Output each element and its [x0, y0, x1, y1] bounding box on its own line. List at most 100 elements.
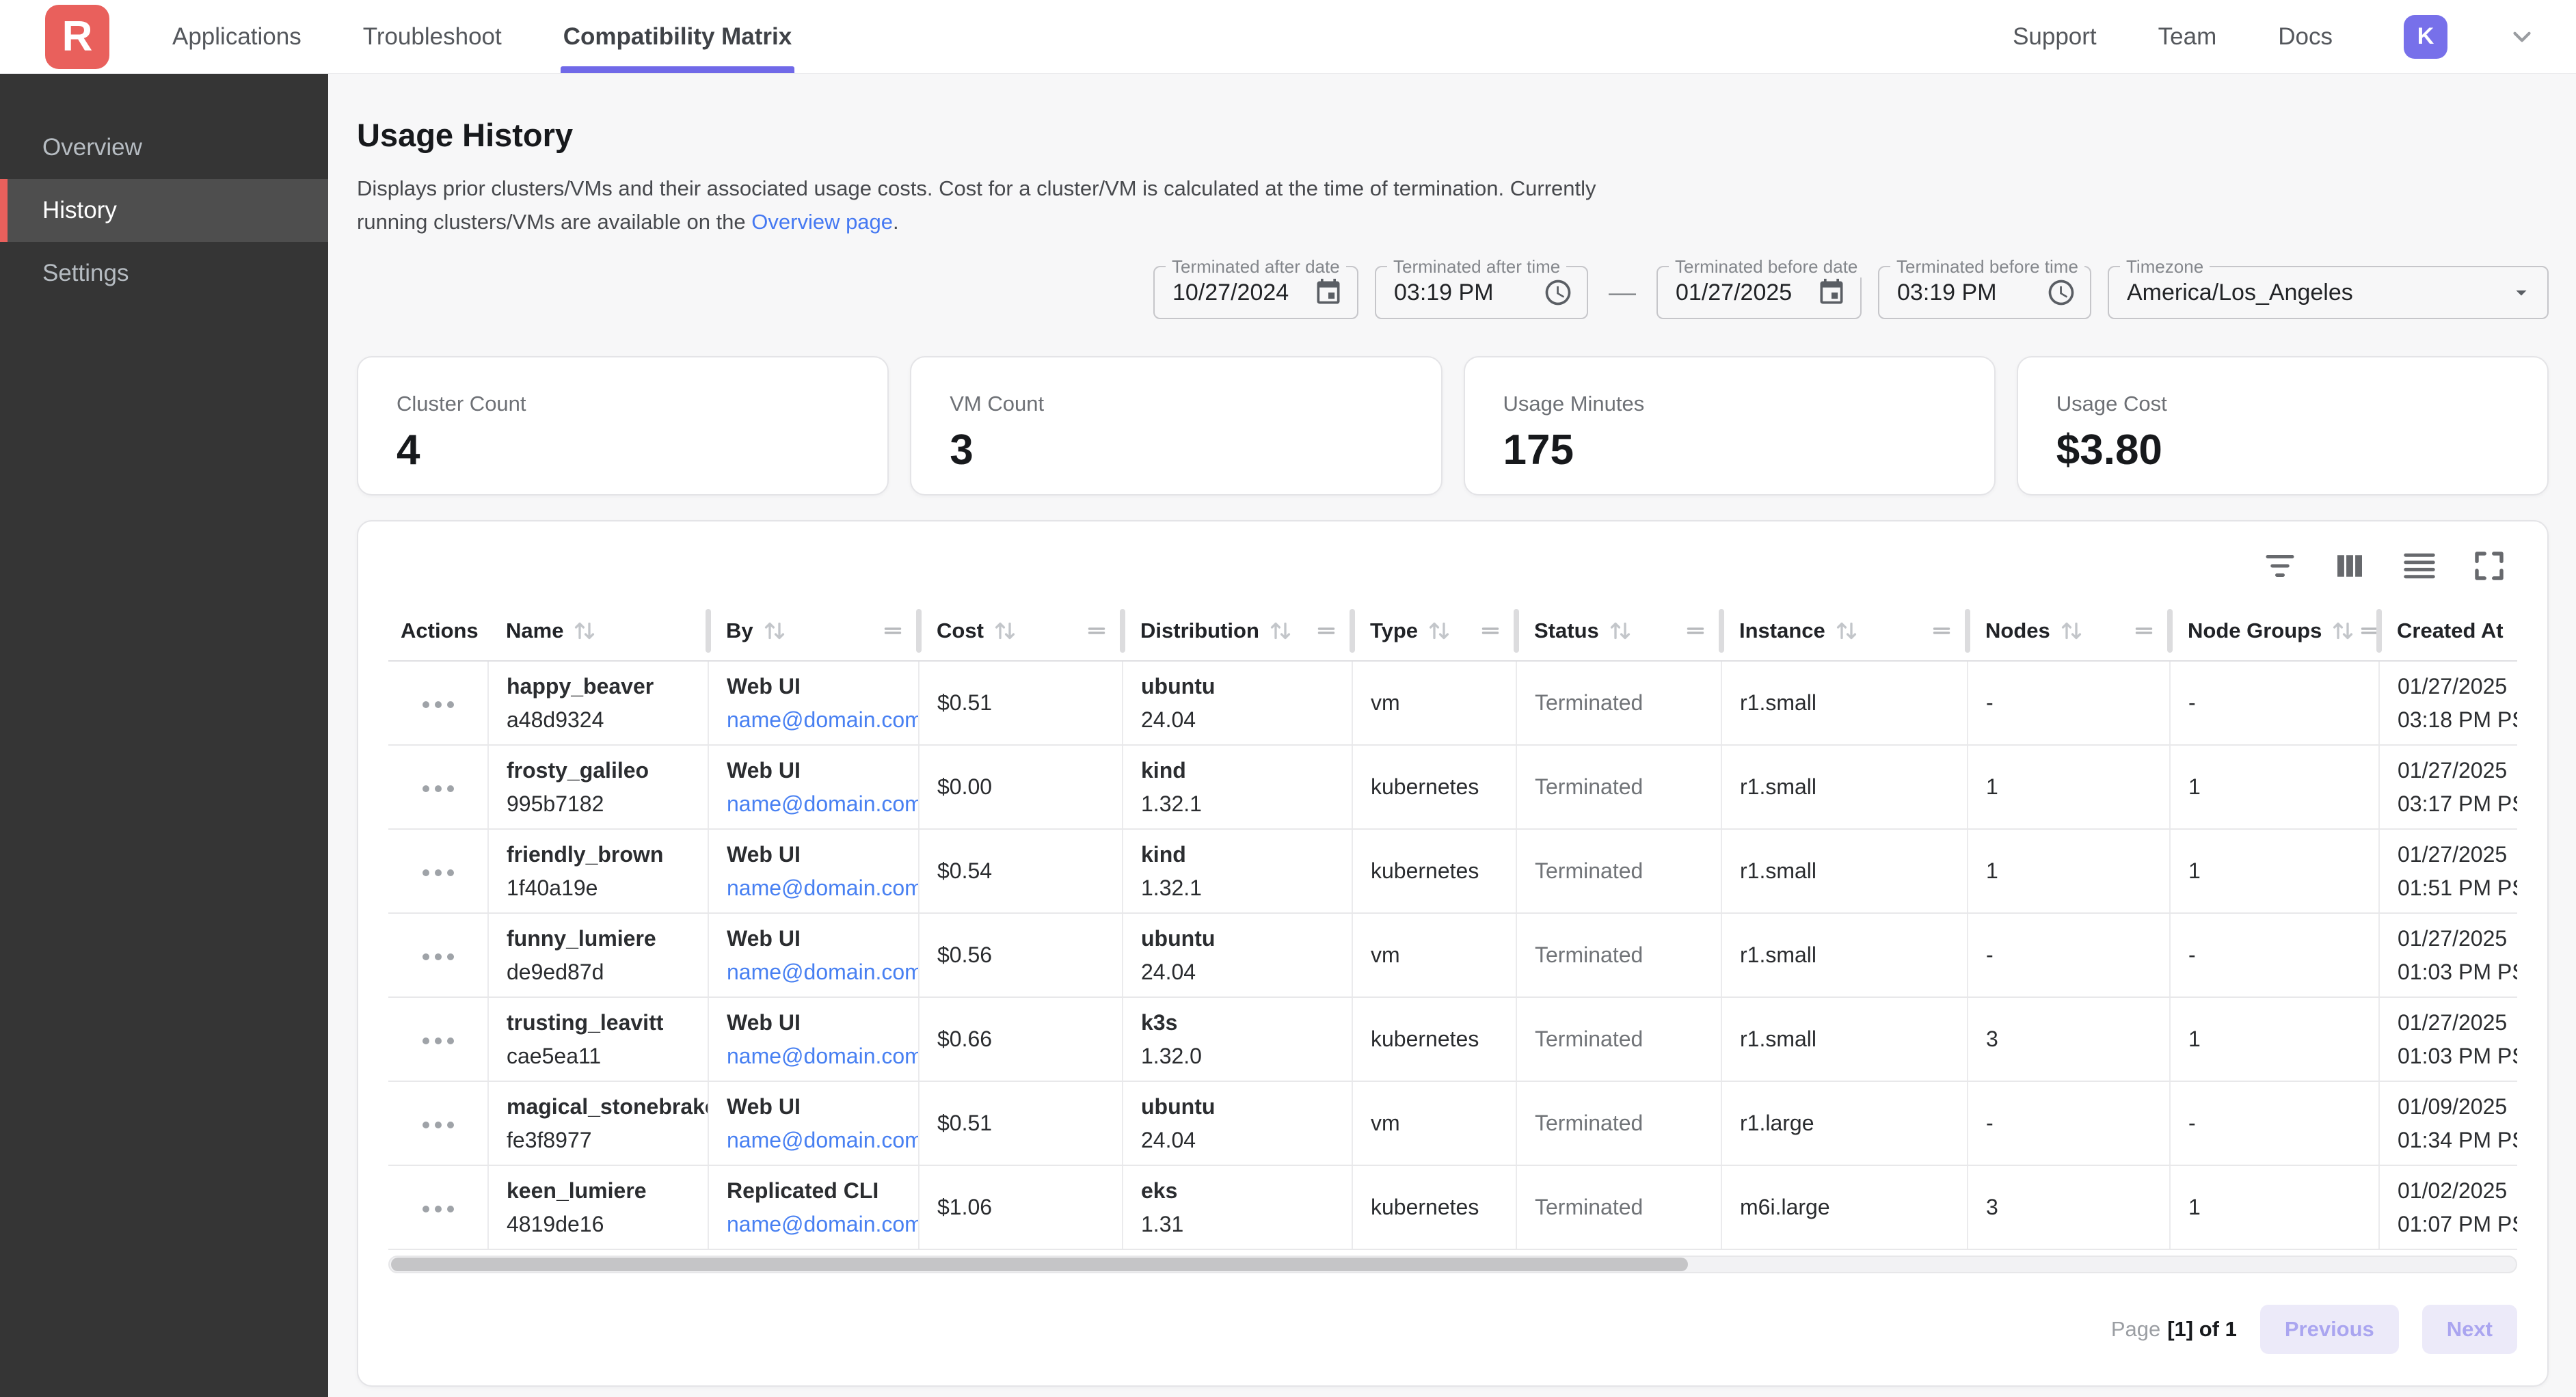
app-logo[interactable]: R — [45, 5, 109, 69]
chevron-down-icon[interactable] — [2508, 23, 2536, 51]
sidebar-item-history[interactable]: History — [0, 179, 328, 242]
cell-name: trusting_leavittcae5ea11 — [488, 997, 708, 1081]
user-email-link[interactable]: name@domain.com — [727, 960, 919, 984]
column-resize-handle[interactable] — [916, 609, 922, 653]
page-word: Page — [2111, 1317, 2160, 1342]
column-resize-handle[interactable] — [706, 609, 711, 653]
column-header-status[interactable]: Status — [1516, 601, 1721, 661]
column-drag-handle-icon[interactable] — [1929, 619, 1954, 643]
column-label: Instance — [1739, 619, 1825, 643]
table-row: keen_lumiere4819de16Replicated CLIname@d… — [388, 1165, 2517, 1249]
nav-item-docs[interactable]: Docs — [2275, 23, 2335, 51]
distribution-line-1: ubuntu — [1141, 926, 1345, 951]
cell-cost: $1.06 — [919, 1165, 1123, 1249]
column-drag-handle-icon[interactable] — [1683, 619, 1708, 643]
terminated-before-date-input[interactable]: Terminated before date 01/27/2025 — [1656, 266, 1862, 319]
column-header-type[interactable]: Type — [1352, 601, 1516, 661]
nav-item-support[interactable]: Support — [2010, 23, 2099, 51]
row-actions-button[interactable] — [413, 1028, 464, 1054]
sidebar-item-overview[interactable]: Overview — [0, 116, 328, 179]
column-header-created_at[interactable]: Created At — [2379, 601, 2517, 661]
column-header-nodes[interactable]: Nodes — [1968, 601, 2170, 661]
calendar-icon[interactable] — [1816, 277, 1847, 308]
next-page-button[interactable]: Next — [2422, 1305, 2517, 1354]
column-drag-handle-icon[interactable] — [2132, 619, 2156, 643]
column-drag-handle-icon[interactable] — [881, 619, 905, 643]
user-email-link[interactable]: name@domain.com — [727, 1212, 919, 1236]
column-header-node_groups[interactable]: Node Groups — [2170, 601, 2379, 661]
column-resize-handle[interactable] — [1965, 609, 1970, 653]
row-actions-button[interactable] — [413, 944, 464, 970]
row-actions-button[interactable] — [413, 692, 464, 718]
distribution-line-2: 1.32.1 — [1141, 876, 1345, 901]
page-description: Displays prior clusters/VMs and their as… — [357, 172, 1635, 239]
row-actions-button[interactable] — [413, 860, 464, 886]
column-resize-handle[interactable] — [1719, 609, 1724, 653]
column-header-name[interactable]: Name — [488, 601, 708, 661]
stat-value: 3 — [950, 426, 1402, 474]
timezone-select[interactable]: Timezone America/Los_Angeles — [2108, 266, 2549, 319]
column-drag-handle-icon[interactable] — [1478, 619, 1503, 643]
column-resize-handle[interactable] — [2376, 609, 2382, 653]
calendar-icon[interactable] — [1313, 277, 1343, 308]
row-actions-button[interactable] — [413, 776, 464, 802]
row-actions-button[interactable] — [413, 1112, 464, 1138]
table-row: friendly_brown1f40a19eWeb UIname@domain.… — [388, 829, 2517, 913]
cell-node_groups: - — [2170, 661, 2379, 745]
fullscreen-icon[interactable] — [2471, 547, 2508, 584]
field-label: Terminated after time — [1387, 256, 1566, 277]
name-line-2: cae5ea11 — [507, 1044, 701, 1069]
column-drag-handle-icon[interactable] — [1084, 619, 1109, 643]
clock-icon[interactable] — [1543, 277, 1573, 308]
column-header-instance[interactable]: Instance — [1721, 601, 1968, 661]
column-resize-handle[interactable] — [1514, 609, 1519, 653]
user-email-link[interactable]: name@domain.com — [727, 791, 919, 816]
column-resize-handle[interactable] — [1350, 609, 1355, 653]
filter-icon[interactable] — [2262, 547, 2298, 584]
column-header-cost[interactable]: Cost — [919, 601, 1123, 661]
column-resize-handle[interactable] — [2167, 609, 2173, 653]
horizontal-scrollbar[interactable] — [388, 1256, 2517, 1273]
previous-page-button[interactable]: Previous — [2260, 1305, 2399, 1354]
column-header-distribution[interactable]: Distribution — [1123, 601, 1352, 661]
user-email-link[interactable]: name@domain.com — [727, 1128, 919, 1152]
column-label: Actions — [401, 619, 479, 643]
cell-name: friendly_brown1f40a19e — [488, 829, 708, 913]
avatar[interactable]: K — [2404, 15, 2447, 59]
created-by-source: Web UI — [727, 758, 911, 783]
column-header-by[interactable]: By — [708, 601, 919, 661]
nav-item-team[interactable]: Team — [2156, 23, 2220, 51]
stat-label: Cluster Count — [397, 392, 849, 416]
sort-icon — [2057, 616, 2086, 645]
cell-instance: r1.small — [1721, 745, 1968, 829]
distribution-line-1: ubuntu — [1141, 1094, 1345, 1120]
nav-item-compatibility-matrix[interactable]: Compatibility Matrix — [561, 0, 794, 73]
stat-value: 175 — [1503, 426, 1956, 474]
terminated-before-time-input[interactable]: Terminated before time 03:19 PM — [1878, 266, 2091, 319]
column-drag-handle-icon[interactable] — [1314, 619, 1339, 643]
columns-icon[interactable] — [2331, 547, 2368, 584]
stat-value: 4 — [397, 426, 849, 474]
stat-card-cluster-count: Cluster Count 4 — [357, 356, 889, 496]
row-actions-button[interactable] — [413, 1196, 464, 1222]
scrollbar-thumb[interactable] — [391, 1258, 1688, 1271]
cell-by: Web UIname@domain.com — [708, 913, 919, 997]
clock-icon[interactable] — [2046, 277, 2076, 308]
density-icon[interactable] — [2401, 547, 2438, 584]
column-resize-handle[interactable] — [1120, 609, 1125, 653]
dropdown-arrow-icon[interactable] — [2509, 280, 2534, 305]
nav-item-troubleshoot[interactable]: Troubleshoot — [360, 0, 505, 73]
sidebar-item-settings[interactable]: Settings — [0, 242, 328, 305]
stat-label: Usage Cost — [2056, 392, 2509, 416]
user-email-link[interactable]: name@domain.com — [727, 707, 919, 732]
user-email-link[interactable]: name@domain.com — [727, 1044, 919, 1068]
user-email-link[interactable]: name@domain.com — [727, 876, 919, 900]
overview-page-link[interactable]: Overview page — [751, 210, 893, 234]
nav-item-applications[interactable]: Applications — [170, 0, 304, 73]
terminated-after-date-input[interactable]: Terminated after date 10/27/2024 — [1153, 266, 1358, 319]
column-label: Type — [1370, 619, 1418, 643]
terminated-after-time-input[interactable]: Terminated after time 03:19 PM — [1375, 266, 1588, 319]
field-value: 03:19 PM — [1394, 280, 1494, 306]
cell-by: Web UIname@domain.com — [708, 829, 919, 913]
sort-desc-icon — [2510, 616, 2517, 645]
